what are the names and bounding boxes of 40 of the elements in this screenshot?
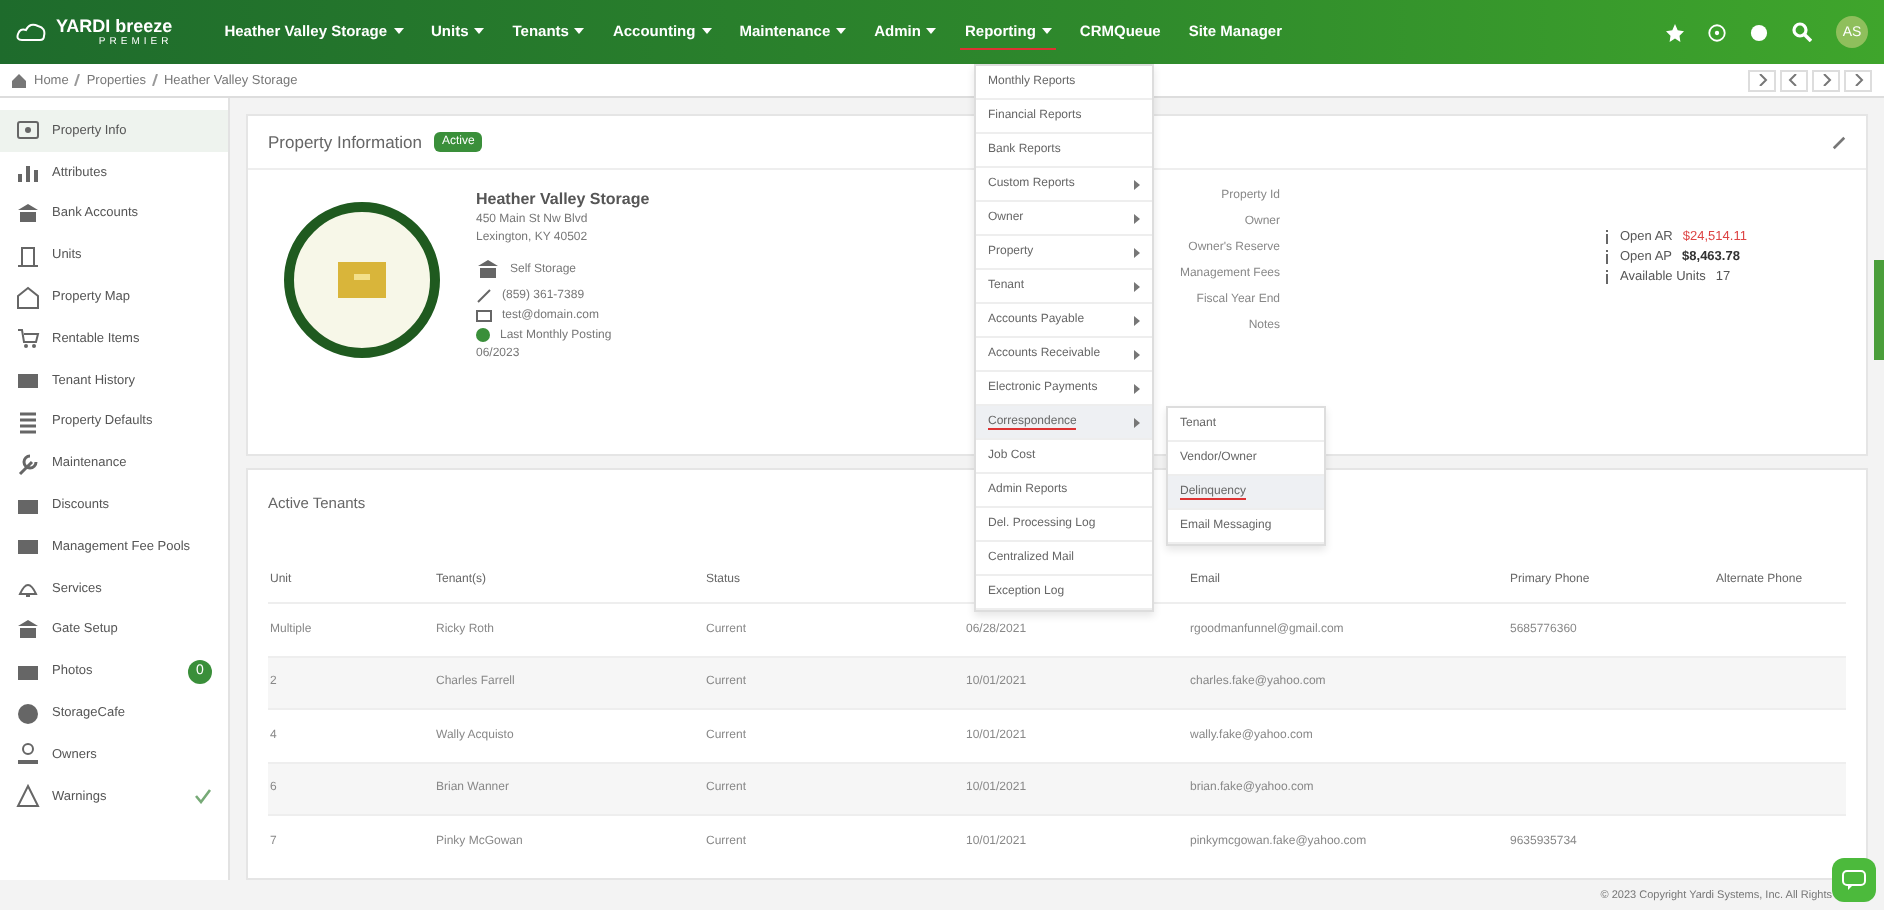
chevron-icon (1788, 74, 1800, 86)
toolbar-button[interactable] (1780, 69, 1808, 91)
toolbar-button[interactable] (1844, 69, 1872, 91)
envelope-icon (476, 310, 492, 322)
list-icon (16, 409, 40, 434)
chevron-icon (1852, 74, 1864, 86)
cloud-logo-icon (16, 22, 48, 42)
rectangle-icon (16, 368, 40, 393)
warning-icon (16, 784, 40, 809)
help-icon[interactable] (1708, 23, 1726, 41)
search-icon[interactable] (1792, 22, 1812, 42)
rectangle-icon (16, 534, 40, 559)
info-icon (1604, 250, 1610, 264)
card-title: Property Information (268, 132, 423, 152)
toolbar-button[interactable] (1748, 69, 1776, 91)
door-icon (16, 243, 40, 268)
chat-bubble-icon (1842, 870, 1866, 890)
check-circle-icon (476, 328, 490, 342)
building-icon (476, 258, 500, 282)
chat-button[interactable] (1832, 858, 1876, 902)
building-icon (16, 201, 40, 226)
house-icon (16, 285, 40, 310)
bar-chart-icon (16, 160, 40, 185)
star-icon[interactable] (1666, 23, 1684, 41)
image-icon (16, 118, 40, 143)
storage-box-icon (338, 262, 386, 298)
person-icon (16, 742, 40, 767)
toolbar-button[interactable] (1812, 69, 1840, 91)
chevron-icon (1820, 74, 1832, 86)
info-icon (1604, 270, 1610, 284)
slash-separator-icon (151, 74, 158, 86)
home-icon[interactable] (12, 73, 26, 87)
slash-separator-icon (74, 74, 81, 86)
building-icon (16, 617, 40, 642)
info-icon (1604, 230, 1610, 244)
wrench-icon (16, 451, 40, 476)
cart-icon (16, 326, 40, 351)
logo-text: YARDI breeze (56, 17, 173, 35)
property-name: Heather Valley Storage (476, 190, 652, 208)
chevron-icon (1756, 74, 1768, 86)
